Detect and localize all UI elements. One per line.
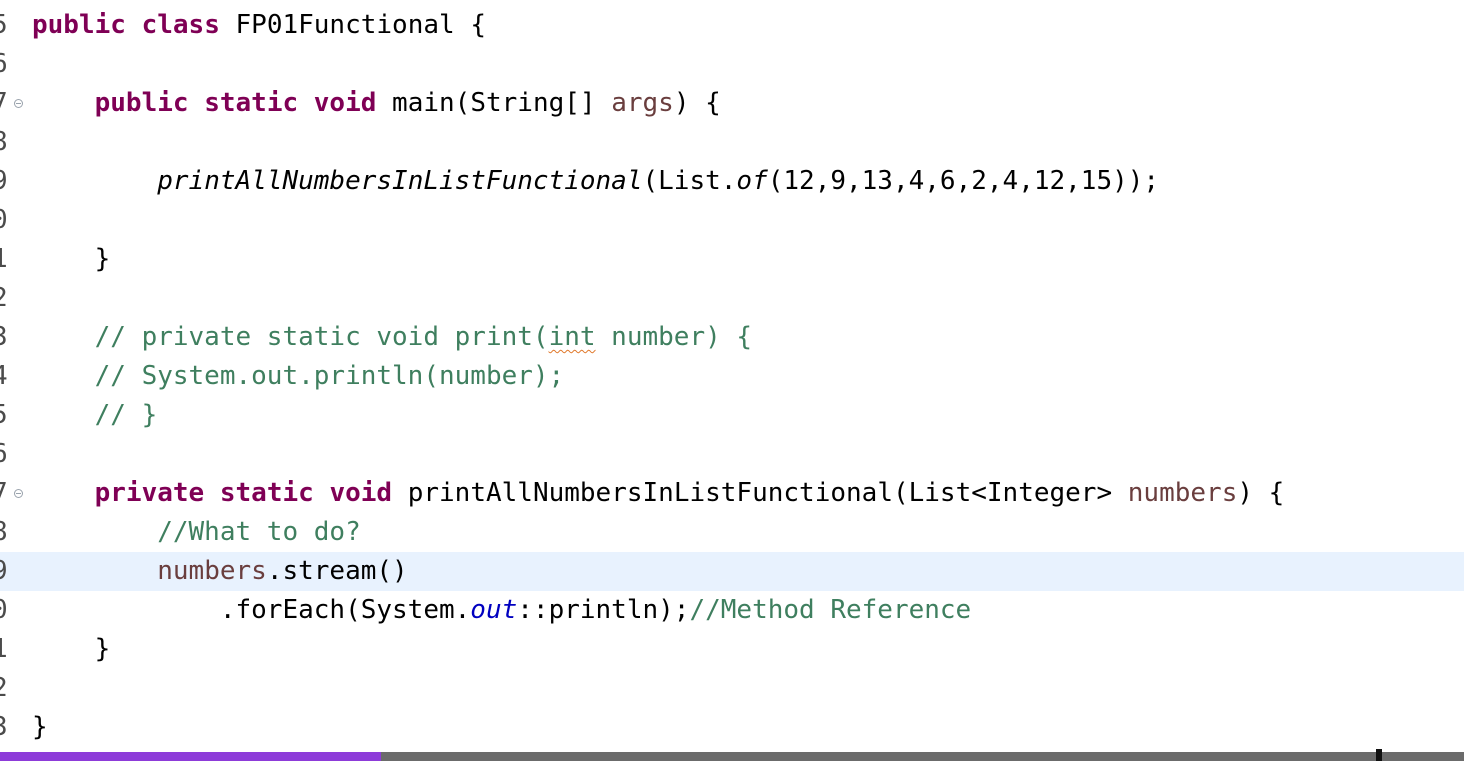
code-text: } — [32, 712, 48, 742]
code-line[interactable]: 0 .forEach(System.out::println);//Method… — [0, 591, 1464, 630]
current-code-line[interactable]: 9 numbers.stream() — [0, 552, 1464, 591]
code-text: } — [32, 244, 111, 274]
code-line[interactable]: 9 printAllNumbersInListFunctional(List.o… — [0, 162, 1464, 201]
code-line[interactable]: 3 // private static void print(int numbe… — [0, 318, 1464, 357]
line-number: 2 — [0, 279, 12, 318]
code-text: public static void main(String[] args) { — [94, 88, 721, 118]
line-number: 0 — [0, 201, 12, 240]
code-text: printAllNumbersInListFunctional(List.of(… — [157, 166, 1160, 196]
code-line[interactable]: 6 — [0, 45, 1464, 84]
line-number: 4 — [0, 357, 12, 396]
code-text: .forEach(System.out::println);//Method R… — [32, 595, 972, 625]
fold-toggle-icon[interactable] — [14, 489, 23, 498]
line-number: 8 — [0, 123, 12, 162]
code-line[interactable]: 2 — [0, 669, 1464, 708]
code-line[interactable]: 3 } — [0, 708, 1464, 747]
code-line[interactable]: 4 // System.out.println(number); — [0, 357, 1464, 396]
line-number: 3 — [0, 318, 12, 357]
code-text: // System.out.println(number); — [32, 361, 565, 391]
video-progress-played — [0, 752, 381, 761]
line-number: 0 — [0, 591, 12, 630]
code-text: public class FP01Functional { — [32, 10, 486, 40]
code-text: private static void printAllNumbersInLis… — [94, 478, 1285, 508]
code-line[interactable]: 7 public static void main(String[] args)… — [0, 84, 1464, 123]
line-number: 7 — [0, 474, 12, 513]
warning-squiggle-icon: int — [548, 322, 596, 352]
line-number: 1 — [0, 630, 12, 669]
line-number: 5 — [0, 6, 12, 45]
fold-toggle-icon[interactable] — [14, 99, 23, 108]
code-line[interactable]: 5 public class FP01Functional { — [0, 6, 1464, 45]
code-line[interactable]: 8 — [0, 123, 1464, 162]
code-line[interactable]: 7 private static void printAllNumbersInL… — [0, 474, 1464, 513]
line-number: 3 — [0, 708, 12, 747]
line-number: 9 — [0, 162, 12, 201]
line-number: 6 — [0, 45, 12, 84]
line-number: 2 — [0, 669, 12, 708]
code-text: //What to do? — [32, 517, 361, 547]
line-number: 9 — [0, 552, 12, 591]
line-number: 7 — [0, 84, 12, 123]
code-line[interactable]: 0 — [0, 201, 1464, 240]
video-progress-bar[interactable] — [0, 749, 1464, 761]
code-text: } — [32, 634, 111, 664]
line-number: 6 — [0, 435, 12, 474]
code-editor[interactable]: 5 public class FP01Functional { 6 7 publ… — [0, 0, 1464, 752]
line-number: 8 — [0, 513, 12, 552]
code-line[interactable]: 8 //What to do? — [0, 513, 1464, 552]
video-progress-handle[interactable] — [1376, 749, 1382, 761]
code-line[interactable]: 2 — [0, 279, 1464, 318]
code-line[interactable]: 1 } — [0, 630, 1464, 669]
line-number: 5 — [0, 396, 12, 435]
code-line[interactable]: 6 — [0, 435, 1464, 474]
code-line[interactable]: 1 } — [0, 240, 1464, 279]
line-number: 1 — [0, 240, 12, 279]
code-text: // private static void print(int number)… — [32, 322, 753, 352]
code-line[interactable]: 5 // } — [0, 396, 1464, 435]
code-text: // } — [32, 400, 158, 430]
code-text: numbers.stream() — [157, 556, 408, 586]
